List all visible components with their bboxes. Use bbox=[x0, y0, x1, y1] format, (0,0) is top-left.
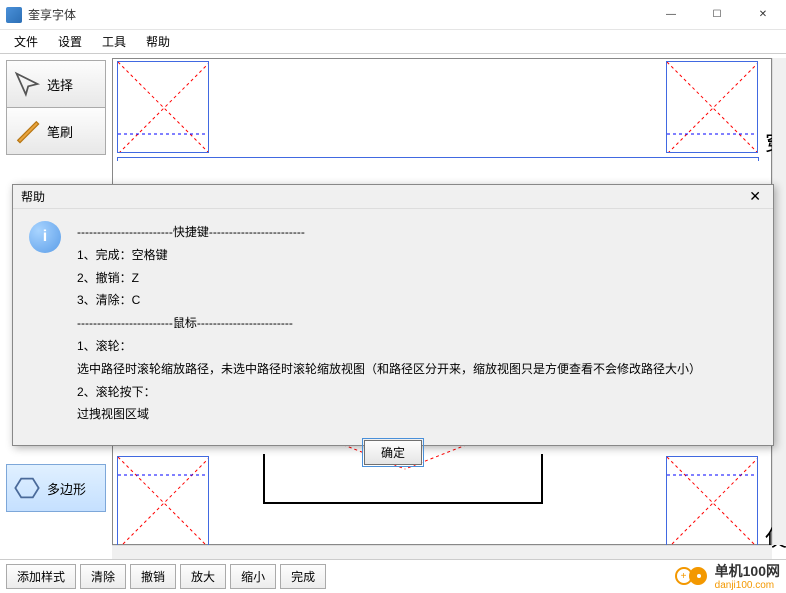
add-style-button[interactable]: 添加样式 bbox=[6, 564, 76, 589]
glyph-cell[interactable] bbox=[117, 61, 209, 153]
minimize-button[interactable]: — bbox=[648, 0, 694, 30]
app-icon bbox=[6, 7, 22, 23]
bottom-toolbar: 添加样式 清除 撤销 放大 缩小 完成 bbox=[0, 559, 786, 593]
tool-polygon[interactable]: 多边形 bbox=[6, 464, 106, 512]
menu-tools[interactable]: 工具 bbox=[92, 31, 136, 52]
zoom-in-button[interactable]: 放大 bbox=[180, 564, 226, 589]
watermark-logo-icon: + bbox=[675, 565, 711, 587]
zoom-out-button[interactable]: 缩小 bbox=[230, 564, 276, 589]
tool-brush-label: 笔刷 bbox=[47, 122, 73, 141]
vertical-scrollbar[interactable] bbox=[772, 58, 786, 545]
menu-settings[interactable]: 设置 bbox=[48, 31, 92, 52]
close-button[interactable]: ✕ bbox=[740, 0, 786, 30]
ok-button[interactable]: 确定 bbox=[364, 440, 422, 465]
dialog-close-button[interactable]: ✕ bbox=[745, 188, 765, 205]
glyph-cell-top bbox=[117, 157, 759, 161]
section-divider: ------------------------快捷键-------------… bbox=[77, 221, 701, 244]
tool-select[interactable]: 选择 bbox=[6, 60, 106, 108]
watermark-name: 单机100网 bbox=[715, 563, 780, 579]
brush-icon bbox=[13, 117, 41, 145]
dialog-title: 帮助 bbox=[21, 188, 45, 205]
help-line: 2、撤销：Z bbox=[77, 267, 701, 290]
menu-help[interactable]: 帮助 bbox=[136, 31, 180, 52]
tool-brush[interactable]: 笔刷 bbox=[6, 107, 106, 155]
help-line: 1、滚轮： bbox=[77, 335, 701, 358]
clear-button[interactable]: 清除 bbox=[80, 564, 126, 589]
window-title: 奎享字体 bbox=[28, 6, 648, 23]
tool-select-label: 选择 bbox=[47, 75, 73, 94]
menubar: 文件 设置 工具 帮助 bbox=[0, 30, 786, 54]
help-line: 3、清除：C bbox=[77, 289, 701, 312]
watermark: + 单机100网 danji100.com bbox=[675, 561, 780, 591]
section-divider: ------------------------鼠标--------------… bbox=[77, 312, 701, 335]
tool-polygon-label: 多边形 bbox=[47, 479, 86, 498]
hexagon-icon bbox=[13, 474, 41, 502]
menu-file[interactable]: 文件 bbox=[4, 31, 48, 52]
horizontal-scrollbar[interactable] bbox=[112, 545, 772, 559]
watermark-url: danji100.com bbox=[715, 581, 780, 591]
glyph-cell[interactable]: 穿 bbox=[666, 61, 758, 153]
info-icon: i bbox=[29, 221, 61, 253]
help-line: 过拽视图区域 bbox=[77, 403, 701, 426]
finish-button[interactable]: 完成 bbox=[280, 564, 326, 589]
dialog-titlebar: 帮助 ✕ bbox=[13, 185, 773, 209]
help-line: 2、滚轮按下： bbox=[77, 381, 701, 404]
titlebar: 奎享字体 — ☐ ✕ bbox=[0, 0, 786, 30]
maximize-button[interactable]: ☐ bbox=[694, 0, 740, 30]
undo-button[interactable]: 撤销 bbox=[130, 564, 176, 589]
help-dialog: 帮助 ✕ i ------------------------快捷键------… bbox=[12, 184, 774, 446]
dialog-content: ------------------------快捷键-------------… bbox=[77, 221, 701, 426]
help-line: 选中路径时滚轮缩放路径，未选中路径时滚轮缩放视图（和路径区分开来，缩放视图只是方… bbox=[77, 358, 701, 381]
help-line: 1、完成：空格键 bbox=[77, 244, 701, 267]
cursor-icon bbox=[13, 70, 41, 98]
